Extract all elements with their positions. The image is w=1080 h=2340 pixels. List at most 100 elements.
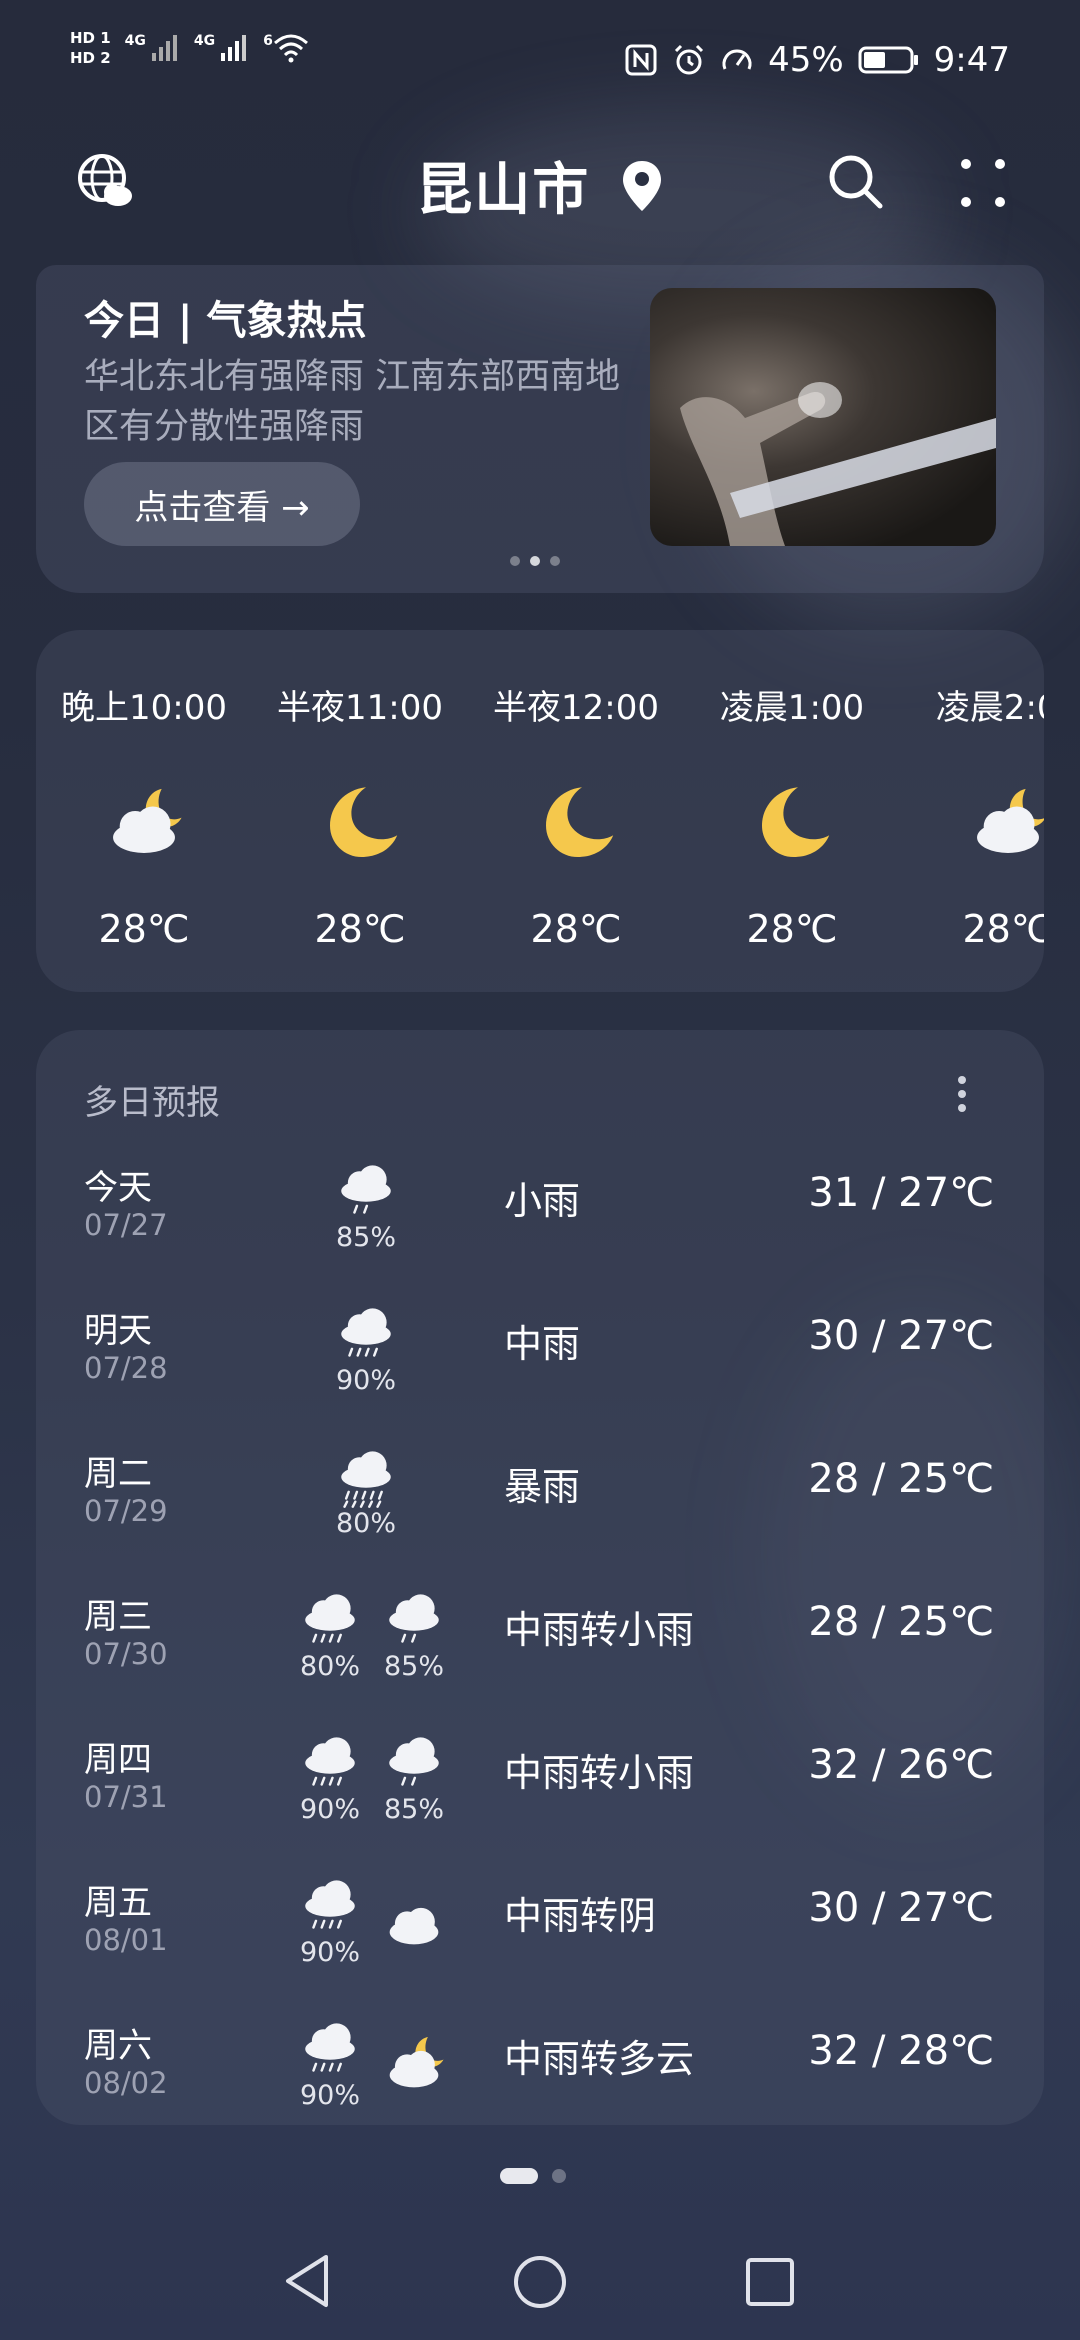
alarm-icon [675, 44, 704, 75]
weather-text: 中雨转阴 [504, 1894, 657, 1938]
page-dot-active [530, 556, 540, 566]
hourly-item: 半夜12:00 28℃ [468, 680, 684, 951]
moderate-rain-icon: 90% [292, 1873, 368, 1968]
temp-range: 32 / 26℃ [808, 1742, 994, 1788]
hourly-forecast-card[interactable]: 晚上10:00 28℃ 半夜11:00 28℃ 半夜12:00 28℃ 凌晨1:00 28℃ 凌… [36, 630, 1044, 992]
hd-indicator: HD 1 HD 2 [70, 28, 111, 68]
daily-row[interactable]: 今天 07/27 85% 小雨 31 / 27℃ [38, 1150, 1042, 1293]
network-type-label: 4G [193, 33, 216, 49]
daily-row[interactable]: 周四 07/31 90% 85% 中雨转小雨 32 / 26℃ [38, 1722, 1042, 1865]
view-details-button[interactable]: 点击查看 → [84, 462, 360, 546]
city-title[interactable]: 昆山市 [0, 145, 1080, 226]
hotspot-page-indicator [510, 556, 560, 566]
weather-text: 中雨转小雨 [504, 1608, 695, 1652]
moderate-rain-icon: 90% [292, 2016, 368, 2111]
weather-text: 中雨 [504, 1322, 581, 1366]
battery-percent: 45% [768, 40, 844, 80]
signal-icon [221, 35, 247, 61]
date-label: 07/28 [84, 1351, 168, 1385]
moderate-rain-icon: 80% [292, 1587, 368, 1682]
signal-2: 4G [194, 33, 249, 63]
city-page-indicator [500, 2168, 566, 2184]
wifi: 6 [263, 33, 309, 63]
location-pin-icon [622, 161, 661, 211]
home-circle-icon [514, 2256, 566, 2308]
day-label: 周四 [84, 1740, 152, 1780]
search-button[interactable] [826, 152, 886, 216]
daily-row[interactable]: 周六 08/02 90% 中雨转多云 32 / 28℃ [38, 2008, 1042, 2151]
precip-percent: 80% [299, 1651, 360, 1682]
signal-1: 4G [125, 33, 180, 63]
daily-row[interactable]: 周五 08/01 90% 中雨转阴 30 / 27℃ [38, 1865, 1042, 2008]
daily-row[interactable]: 周三 07/30 80% 85% 中雨转小雨 28 / 25℃ [38, 1579, 1042, 1722]
hourly-temp: 28℃ [962, 907, 1044, 951]
speed-icon [722, 49, 752, 70]
status-bar: HD 1 HD 2 4G 4G 6 45% 9:47 [0, 0, 1080, 120]
page-dot [552, 2169, 566, 2183]
light-rain-icon: 85% [376, 1587, 452, 1682]
hourly-item: 凌晨2:00 28℃ [900, 680, 1044, 951]
search-icon [829, 155, 883, 209]
square-icon [746, 2258, 794, 2306]
cloudy-moon-icon [900, 767, 1044, 877]
hourly-time: 凌晨2:00 [935, 688, 1044, 728]
temp-range: 30 / 27℃ [808, 1313, 994, 1359]
day-label: 周六 [84, 2026, 152, 2066]
cloudy-moon-icon [376, 2030, 452, 2100]
daily-forecast-title: 多日预报 [84, 1083, 220, 1123]
network-type-label: 4G [124, 33, 146, 49]
hourly-temp: 28℃ [98, 907, 190, 951]
more-menu-button[interactable] [958, 156, 1008, 214]
hourly-time: 凌晨1:00 [719, 688, 865, 728]
recent-apps-nav-button[interactable] [744, 2256, 796, 2312]
light-rain-icon: 85% [376, 1730, 452, 1825]
day-label: 明天 [84, 1311, 152, 1351]
temp-range: 28 / 25℃ [808, 1456, 994, 1502]
date-label: 08/02 [84, 2066, 168, 2100]
cloudy-moon-icon [36, 767, 252, 877]
moderate-rain-icon: 90% [292, 1730, 368, 1825]
daily-more-button[interactable] [956, 1074, 968, 1118]
wifi-icon [273, 34, 308, 63]
signal-icon [151, 35, 177, 61]
clock-time: 9:47 [933, 40, 1010, 80]
day-label: 周三 [84, 1597, 152, 1637]
date-label: 07/27 [84, 1208, 168, 1242]
more-dots-icon [961, 159, 1005, 207]
weather-text: 暴雨 [504, 1465, 581, 1509]
nfc-icon [625, 44, 657, 76]
daily-row[interactable]: 周二 07/29 80% 暴雨 28 / 25℃ [38, 1436, 1042, 1579]
precip-percent: 90% [335, 1365, 396, 1396]
precip-percent: 90% [299, 1937, 360, 1968]
daily-row[interactable]: 明天 07/28 90% 中雨 30 / 27℃ [38, 1293, 1042, 1436]
hourly-item: 晚上10:00 28℃ [36, 680, 252, 951]
page-dot [510, 556, 520, 566]
back-nav-button[interactable] [280, 2252, 336, 2314]
moon-icon [252, 767, 468, 877]
hotspot-image[interactable] [650, 288, 996, 546]
temp-range: 32 / 28℃ [808, 2028, 994, 2074]
hd2-label: HD 2 [70, 49, 111, 67]
hourly-time: 半夜12:00 [493, 688, 659, 728]
hotspot-title: 今日 | 气象热点 [84, 298, 367, 344]
hourly-temp: 28℃ [746, 907, 838, 951]
hourly-temp: 28℃ [314, 907, 406, 951]
moderate-rain-icon: 90% [328, 1301, 404, 1396]
status-right: 45% 9:47 [624, 40, 1010, 80]
moon-icon [468, 767, 684, 877]
home-nav-button[interactable] [512, 2254, 568, 2314]
light-rain-icon: 85% [328, 1158, 404, 1253]
precip-percent: 90% [299, 1794, 360, 1825]
precip-percent: 85% [335, 1222, 396, 1253]
temp-range: 30 / 27℃ [808, 1885, 994, 1931]
hourly-temp: 28℃ [530, 907, 622, 951]
date-label: 07/31 [84, 1780, 168, 1814]
moon-icon [684, 767, 900, 877]
hourly-item: 凌晨1:00 28℃ [684, 680, 900, 951]
status-left: HD 1 HD 2 4G 4G 6 [70, 28, 309, 68]
date-label: 07/29 [84, 1494, 168, 1528]
day-label: 今天 [84, 1168, 152, 1208]
day-label: 周五 [84, 1883, 152, 1923]
hotspot-description: 华北东北有强降雨 江南东部西南地区有分散性强降雨 [84, 357, 621, 447]
precip-percent: 85% [383, 1651, 444, 1682]
